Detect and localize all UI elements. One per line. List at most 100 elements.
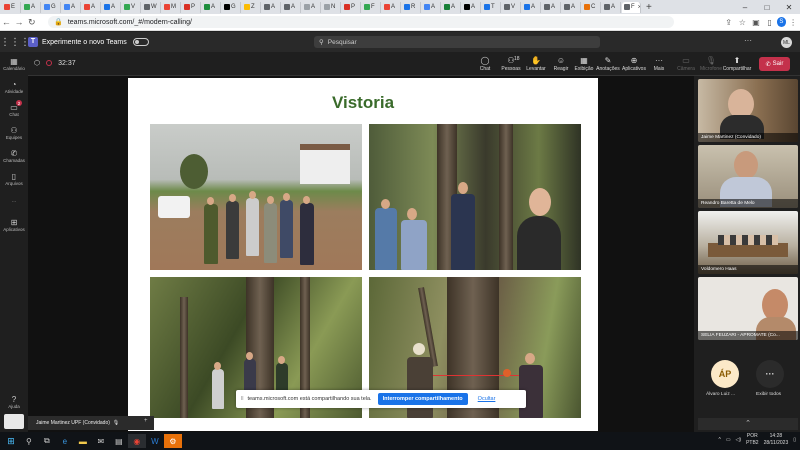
browser-tab[interactable]: P	[182, 1, 201, 13]
participant-tile[interactable]: Reandro Baretta de Melo	[698, 145, 798, 208]
browser-tab[interactable]: A	[462, 1, 481, 13]
edge-icon[interactable]: e	[56, 434, 74, 448]
toolbar-exibio-button[interactable]: ▦ Exibição	[571, 55, 597, 72]
back-icon[interactable]: ←	[0, 17, 13, 27]
rail-item-teams[interactable]: ⚇ Equipes	[0, 121, 28, 144]
browser-tab[interactable]: T	[482, 1, 501, 13]
task-view-icon[interactable]: ⧉	[38, 434, 56, 448]
toolbar-pessoas-button[interactable]: ⚇ 18 Pessoas	[498, 55, 524, 72]
rail-item-chat[interactable]: ▭ Chat 2	[0, 98, 28, 121]
browser-tab[interactable]: A	[202, 1, 221, 13]
browser-tab[interactable]: A	[522, 1, 541, 13]
browser-tab[interactable]: G	[222, 1, 241, 13]
browser-tab[interactable]: P	[342, 1, 361, 13]
url-field[interactable]: 🔒 teams.microsoft.com/_#/modern-calling/	[48, 16, 674, 28]
toolbar-microfone-button[interactable]: 🎙 Microfone	[698, 55, 724, 72]
network-icon[interactable]: ▭	[726, 437, 731, 443]
new-tab-button[interactable]: +	[646, 2, 652, 13]
volume-icon[interactable]: ◁)	[736, 437, 742, 443]
more-options-icon[interactable]: ···	[744, 36, 752, 45]
user-avatar[interactable]: ML	[781, 37, 792, 48]
close-window-button[interactable]: ✕	[778, 0, 800, 14]
language-indicator[interactable]: POR PTB2	[746, 433, 759, 447]
hide-notice-button[interactable]: Ocultar	[478, 396, 496, 402]
participant-tile[interactable]: Jaime Martinez (Convidado)	[698, 79, 798, 142]
browser-tab[interactable]: F	[362, 1, 381, 13]
browser-menu-icon[interactable]: ⋮	[786, 18, 800, 27]
browser-tab[interactable]: M	[162, 1, 181, 13]
browser-tab[interactable]: V	[502, 1, 521, 13]
mail-icon[interactable]: ✉	[92, 434, 110, 448]
notifications-icon[interactable]: ▯	[793, 437, 796, 443]
add-icon[interactable]: +	[144, 418, 152, 426]
minimize-button[interactable]: –	[734, 0, 756, 14]
extensions-icon[interactable]: ▣	[749, 18, 763, 27]
browser-tab[interactable]: A	[22, 1, 41, 13]
windows-start-icon[interactable]: ⊞	[4, 436, 18, 447]
browser-tab[interactable]: A	[422, 1, 441, 13]
view-all-button[interactable]: ···	[756, 360, 784, 388]
browser-tab[interactable]: A	[282, 1, 301, 13]
participant-tile[interactable]: Voldomero Haas	[698, 211, 798, 274]
browser-tab[interactable]: W	[142, 1, 161, 13]
new-teams-toggle[interactable]	[132, 38, 149, 46]
toolbar-aplicativos-button[interactable]: ⊕ Aplicativos	[621, 55, 647, 72]
app-launcher-icon[interactable]: ⋮⋮⋮	[0, 37, 30, 48]
browser-tab[interactable]: E	[2, 1, 21, 13]
self-video-thumb[interactable]	[4, 414, 24, 429]
store-icon[interactable]: ▤	[110, 434, 128, 448]
help-button[interactable]: ? Ajuda	[0, 390, 28, 413]
browser-tab[interactable]: R	[402, 1, 421, 13]
teams-header: ⋮⋮⋮ T Experimente o novo Teams ⚲ Pesquis…	[0, 32, 800, 52]
bookmark-star-icon[interactable]: ☆	[735, 18, 749, 27]
browser-tab[interactable]: A	[82, 1, 101, 13]
browser-tab[interactable]: A	[102, 1, 121, 13]
search-input[interactable]: ⚲ Pesquisar	[314, 36, 600, 48]
taskbar-search-icon[interactable]: ⚲	[26, 437, 32, 446]
toolbar-compartilhar-button[interactable]: ⬆ Compartilhar	[723, 55, 752, 72]
browser-tab[interactable]: A	[382, 1, 401, 13]
settings-app-icon[interactable]: ⚙	[163, 434, 182, 448]
share-icon[interactable]: ⇪	[722, 18, 736, 27]
browser-tab[interactable]: A	[442, 1, 461, 13]
toolbar-chat-button[interactable]: ◯ Chat	[472, 55, 498, 72]
browser-tab[interactable]: V	[122, 1, 141, 13]
toolbar-levantar-button[interactable]: ✋ Levantar	[523, 55, 549, 72]
rail-item-file[interactable]: ▯ Arquivos	[0, 167, 28, 190]
word-icon[interactable]: W	[146, 434, 164, 448]
tray-chevron-icon[interactable]: ^	[718, 437, 720, 443]
rail-item-apps[interactable]: ⊞ Aplicativos	[0, 213, 28, 236]
rail-item-phone[interactable]: ✆ Chamadas	[0, 144, 28, 167]
rail-item-more[interactable]: ···	[0, 190, 28, 213]
maximize-button[interactable]: □	[756, 0, 778, 14]
leave-button[interactable]: ✆ Sair	[759, 57, 790, 71]
rail-item-calendar[interactable]: ▦ Calendário	[0, 52, 28, 75]
stop-sharing-button[interactable]: Interromper compartilhamento	[377, 393, 468, 405]
clock[interactable]: 14:28 28/11/2023	[764, 433, 789, 447]
browser-tab[interactable]: A	[62, 1, 81, 13]
file-explorer-icon[interactable]: ▬	[74, 434, 92, 448]
browser-tab[interactable]: A	[562, 1, 581, 13]
rail-item-bell[interactable]: ◔ Atividade	[0, 75, 28, 98]
browser-tab[interactable]: C	[582, 1, 601, 13]
browser-tab[interactable]: G	[42, 1, 61, 13]
forward-icon[interactable]: →	[13, 17, 26, 27]
sidepanel-icon[interactable]: ▯	[763, 18, 777, 27]
participant-tile[interactable]: SELIA FEUZARI - APROMATE (Co...	[698, 277, 798, 340]
browser-tab[interactable]: Z	[242, 1, 261, 13]
browser-tab[interactable]: F×	[622, 1, 641, 13]
toolbar-mais-button[interactable]: ··· Mais	[646, 55, 672, 72]
browser-tab[interactable]: A	[602, 1, 621, 13]
browser-tab[interactable]: A	[542, 1, 561, 13]
browser-tab[interactable]: A	[302, 1, 321, 13]
browser-tab[interactable]: A	[262, 1, 281, 13]
browser-tab[interactable]: N	[322, 1, 341, 13]
toolbar-cmera-button[interactable]: ▭ Câmera	[673, 55, 699, 72]
collapse-panel-button[interactable]: ⌃	[698, 418, 798, 430]
reload-icon[interactable]: ↻	[25, 17, 38, 28]
profile-avatar[interactable]: S	[776, 17, 787, 27]
chrome-icon[interactable]: ◉	[127, 434, 146, 448]
participant-avatar[interactable]: ÁP	[711, 360, 739, 388]
toolbar-anotaes-button[interactable]: ✎ Anotações	[595, 55, 621, 72]
close-tab-icon[interactable]: ×	[638, 4, 640, 11]
